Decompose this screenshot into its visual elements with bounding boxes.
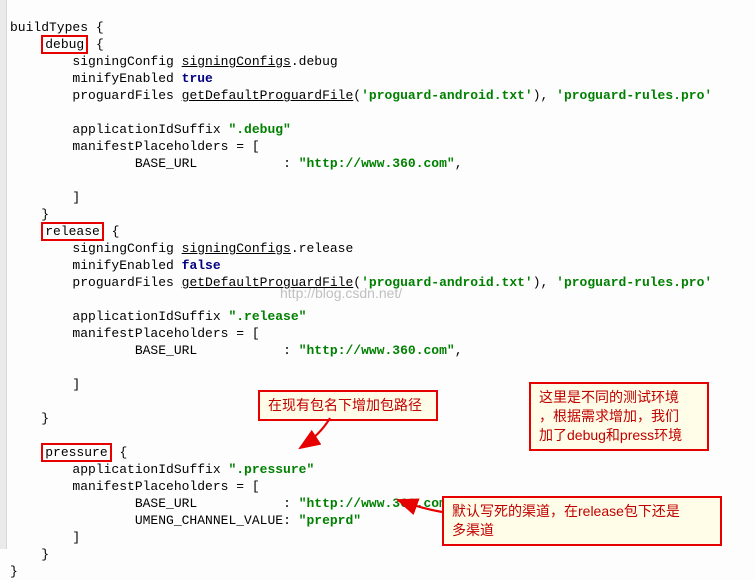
minify-kw: minifyEnabled — [72, 258, 181, 273]
callout-text: 这里是不同的测试环境 — [539, 389, 679, 405]
str-suffix-debug: ".debug" — [228, 122, 290, 137]
rbracket: ] — [72, 190, 80, 205]
brace: } — [41, 547, 49, 562]
signingConfigs-ref: signingConfigs — [182, 54, 291, 69]
editor-gutter — [0, 0, 7, 549]
base-url-key: BASE_URL — [135, 343, 197, 358]
false-literal: false — [182, 258, 221, 273]
brace: } — [10, 564, 18, 579]
colon: : — [283, 496, 299, 511]
umeng-key: UMENG_CHANNEL_VALUE — [135, 513, 283, 528]
str-proguard-rules: 'proguard-rules.pro' — [556, 275, 712, 290]
build-type-debug-box: debug — [41, 35, 88, 54]
str-preprd: "preprd" — [299, 513, 361, 528]
base-url-key: BASE_URL — [135, 496, 197, 511]
callout-default-channel: 默认写死的渠道，在release包下还是 多渠道 — [442, 496, 722, 546]
brace: { — [112, 224, 120, 239]
str-suffix-release: ".release" — [228, 309, 306, 324]
proguard-kw: proguardFiles — [72, 88, 181, 103]
manifestPlaceholders: manifestPlaceholders = [ — [72, 326, 259, 341]
getDefaultProguardFile-fn: getDefaultProguardFile — [182, 88, 354, 103]
true-literal: true — [182, 71, 213, 86]
colon: : — [283, 156, 299, 171]
rbracket: ] — [72, 530, 80, 545]
code-block: buildTypes { debug { signingConfig signi… — [10, 2, 712, 580]
appIdSuffix-kw: applicationIdSuffix — [72, 462, 228, 477]
comma: , — [455, 343, 463, 358]
brace: } — [41, 411, 49, 426]
appIdSuffix-kw: applicationIdSuffix — [72, 309, 228, 324]
callout-text: 加了debug和press环境 — [539, 427, 682, 443]
dot-debug: .debug — [291, 54, 338, 69]
str-suffix-pressure: ".pressure" — [228, 462, 314, 477]
callout-text: 在现有包名下增加包路径 — [268, 397, 422, 413]
base-url-key: BASE_URL — [135, 156, 197, 171]
brace: } — [41, 207, 49, 222]
signingConfig-kw: signingConfig — [72, 54, 181, 69]
str-proguard-android: 'proguard-android.txt' — [361, 88, 533, 103]
callout-text: 默认写死的渠道，在release包下还是 — [452, 503, 680, 519]
base-url-val: "http://www.360.com" — [299, 343, 455, 358]
base-url-val: "http://www.360.com" — [299, 496, 455, 511]
comma: , — [455, 156, 463, 171]
base-url-val: "http://www.360.com" — [299, 156, 455, 171]
str-proguard-rules: 'proguard-rules.pro' — [556, 88, 712, 103]
minify-kw: minifyEnabled — [72, 71, 181, 86]
brace: { — [119, 445, 127, 460]
str-proguard-android: 'proguard-android.txt' — [361, 275, 533, 290]
build-type-pressure-box: pressure — [41, 443, 111, 462]
callout-text: ，根据需求增加，我们 — [539, 408, 679, 424]
build-type-release-box: release — [41, 222, 104, 241]
callout-text: 多渠道 — [452, 522, 494, 538]
brace: { — [96, 20, 104, 35]
brace: { — [96, 37, 104, 52]
signingConfig-kw: signingConfig — [72, 241, 181, 256]
proguard-kw: proguardFiles — [72, 275, 181, 290]
manifestPlaceholders: manifestPlaceholders = [ — [72, 479, 259, 494]
manifestPlaceholders: manifestPlaceholders = [ — [72, 139, 259, 154]
callout-test-env: 这里是不同的测试环境 ，根据需求增加，我们 加了debug和press环境 — [529, 382, 709, 451]
kw-buildTypes: buildTypes — [10, 20, 88, 35]
dot-release: .release — [291, 241, 353, 256]
signingConfigs-ref: signingConfigs — [182, 241, 291, 256]
callout-package-path: 在现有包名下增加包路径 — [258, 390, 438, 421]
colon: : — [283, 343, 299, 358]
rbracket: ] — [72, 377, 80, 392]
appIdSuffix-kw: applicationIdSuffix — [72, 122, 228, 137]
colon: : — [283, 513, 299, 528]
getDefaultProguardFile-fn: getDefaultProguardFile — [182, 275, 354, 290]
